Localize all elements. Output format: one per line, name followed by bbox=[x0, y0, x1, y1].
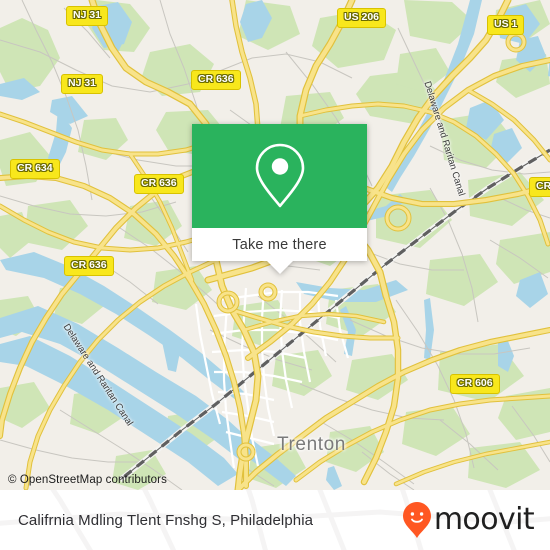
road-shield-us1[interactable]: US 1 bbox=[487, 15, 525, 35]
moovit-brand-logo[interactable]: moovit bbox=[402, 501, 535, 539]
popup-cta-area[interactable]: Take me there bbox=[192, 228, 367, 261]
place-label-trenton: Trenton bbox=[277, 434, 346, 455]
map-canvas[interactable]: Trenton Delaware and Raritan Canal Delaw… bbox=[0, 0, 550, 490]
road-shield-cr636-north[interactable]: CR 636 bbox=[191, 70, 241, 90]
road-shield-cr636-south[interactable]: CR 636 bbox=[64, 256, 114, 276]
road-shield-nj31-mid[interactable]: NJ 31 bbox=[61, 74, 104, 94]
footer-bar: Califrnia Mdling Tlent Fnshg S, Philadel… bbox=[0, 490, 550, 550]
road-shield-us206[interactable]: US 206 bbox=[337, 8, 387, 28]
road-shield-cr636-mid[interactable]: CR 636 bbox=[134, 174, 184, 194]
osm-attribution: © OpenStreetMap contributors bbox=[8, 474, 167, 486]
road-shield-cr606[interactable]: CR 606 bbox=[450, 374, 500, 394]
map-pin-icon bbox=[255, 143, 304, 208]
road-shield-nj31-north[interactable]: NJ 31 bbox=[66, 6, 109, 26]
road-shield-cr-east[interactable]: CR bbox=[529, 177, 550, 197]
moovit-map-screenshot: Trenton Delaware and Raritan Canal Delaw… bbox=[0, 0, 550, 550]
destination-popup-card[interactable]: Take me there bbox=[192, 124, 367, 274]
popup-icon-area bbox=[192, 124, 367, 228]
footer-place-title: Califrnia Mdling Tlent Fnshg S, Philadel… bbox=[18, 511, 314, 529]
popup-pointer-triangle bbox=[266, 261, 293, 274]
moovit-smiley-pin-icon bbox=[402, 502, 431, 538]
road-shield-cr634[interactable]: CR 634 bbox=[10, 159, 60, 179]
moovit-wordmark: moovit bbox=[433, 502, 535, 537]
take-me-there-label: Take me there bbox=[232, 236, 327, 253]
